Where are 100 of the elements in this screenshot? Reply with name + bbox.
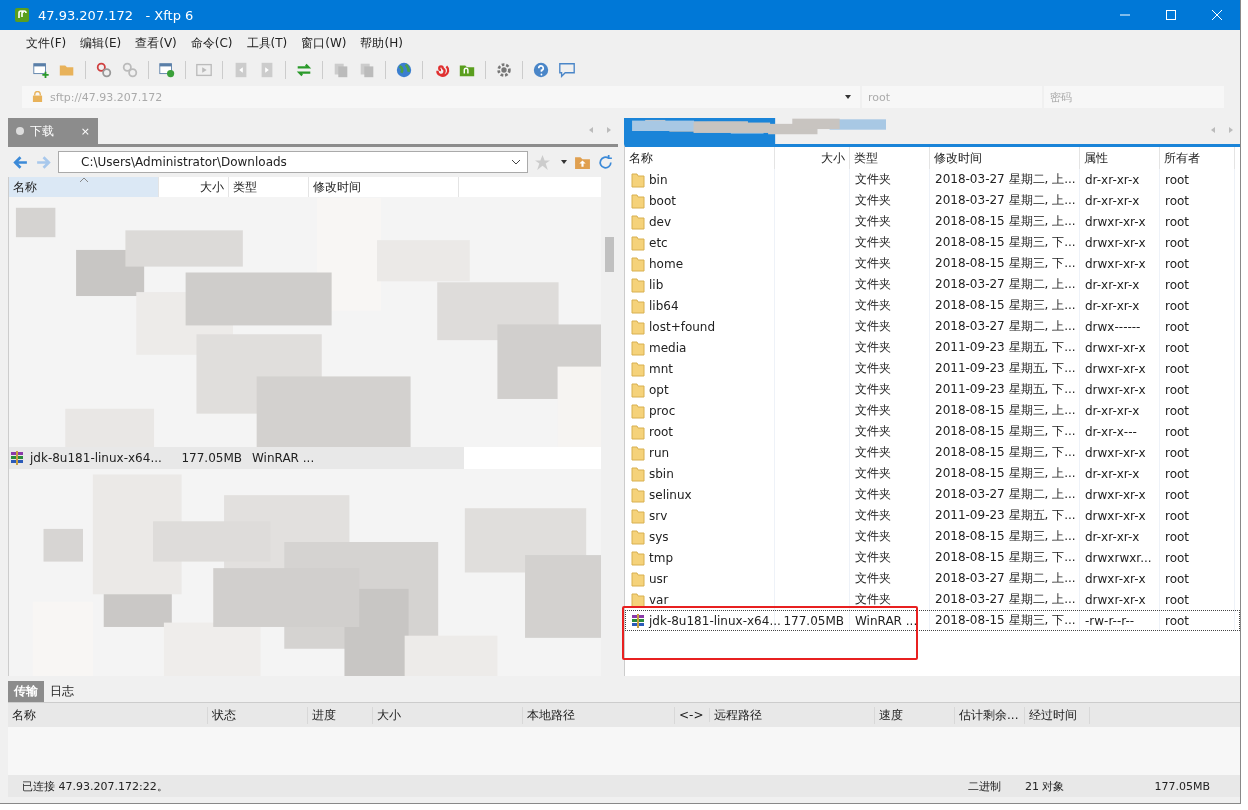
- dropdown-icon[interactable]: [560, 158, 568, 166]
- back-icon[interactable]: [12, 153, 29, 171]
- column-header[interactable]: 状态: [208, 706, 308, 724]
- file-type: 文件夹: [855, 297, 891, 314]
- chat-icon[interactable]: [556, 61, 578, 79]
- file-row[interactable]: lib 文件夹 2018-03-27 星期二, 上... dr-xr-xr-x root: [625, 274, 1240, 295]
- permissions: dr-xr-x---: [1085, 424, 1137, 439]
- file-type: 文件夹: [855, 402, 891, 419]
- file-row[interactable]: selinux 文件夹 2018-03-27 星期二, 上... drwxr-xr-x root: [625, 484, 1240, 505]
- column-header[interactable]: 名称: [625, 147, 775, 169]
- column-header[interactable]: 所有者: [1160, 147, 1235, 169]
- scroll-left-icon[interactable]: [1209, 126, 1217, 134]
- column-header[interactable]: 远程路径: [710, 706, 875, 724]
- column-header[interactable]: 经过时间: [1025, 706, 1090, 724]
- column-header[interactable]: 大小: [775, 147, 850, 169]
- folder-icon: [630, 192, 646, 209]
- app-icon: [14, 7, 30, 23]
- file-row[interactable]: bin 文件夹 2018-03-27 星期二, 上... dr-xr-xr-x root: [625, 169, 1240, 190]
- window-title: 47.93.207.172 - Xftp 6: [38, 7, 194, 23]
- menu-item[interactable]: 工具(T): [246, 34, 288, 52]
- file-type: 文件夹: [855, 465, 891, 482]
- column-header[interactable]: 进度: [308, 706, 373, 724]
- file-row[interactable]: root 文件夹 2018-08-15 星期三, 下... dr-xr-x--- root: [625, 421, 1240, 442]
- file-type: 文件夹: [855, 339, 891, 356]
- column-header[interactable]: 速度: [875, 706, 955, 724]
- folder-icon: [630, 381, 646, 398]
- file-type: 文件夹: [855, 549, 891, 566]
- permissions: drwxrwxr...: [1085, 550, 1152, 565]
- column-header[interactable]: 大小: [373, 706, 523, 724]
- file-row[interactable]: home 文件夹 2018-08-15 星期三, 下... drwxr-xr-x root: [625, 253, 1240, 274]
- column-header[interactable]: 修改时间: [930, 147, 1080, 169]
- menu-item[interactable]: 帮助(H): [360, 34, 403, 52]
- menu-item[interactable]: 命令(C): [190, 34, 233, 52]
- file-row[interactable]: sys 文件夹 2018-08-15 星期三, 上... dr-xr-xr-x root: [625, 526, 1240, 547]
- folder-icon: [630, 486, 646, 503]
- file-row[interactable]: proc 文件夹 2018-08-15 星期三, 上... dr-xr-xr-x root: [625, 400, 1240, 421]
- refresh-icon[interactable]: [597, 153, 614, 171]
- star-icon[interactable]: [534, 153, 551, 171]
- file-name: jdk-8u181-linux-x64...: [649, 613, 781, 628]
- menu-item[interactable]: 窗口(W): [301, 34, 347, 52]
- dropdown-icon[interactable]: [844, 93, 852, 101]
- owner: root: [1165, 277, 1190, 292]
- panel-tab[interactable]: 日志: [44, 681, 80, 702]
- total-size: 177.05MB: [1154, 779, 1210, 793]
- file-row[interactable]: srv 文件夹 2011-09-23 星期五, 下... drwxr-xr-x root: [625, 505, 1240, 526]
- path-field[interactable]: C:\Users\Administrator\Downloads: [58, 151, 528, 173]
- folder-icon: [630, 297, 646, 314]
- owner: root: [1165, 508, 1190, 523]
- forward-icon[interactable]: [35, 153, 52, 171]
- menu-item[interactable]: 查看(V): [135, 34, 177, 52]
- play-icon[interactable]: [193, 61, 215, 79]
- folder-icon: [630, 213, 646, 230]
- modified-time: 2018-08-15 星期三, 上...: [935, 402, 1076, 419]
- folder-icon: [630, 402, 646, 419]
- file-row[interactable]: opt 文件夹 2011-09-23 星期五, 下... drwxr-xr-x root: [625, 379, 1240, 400]
- folder-icon: [630, 318, 646, 335]
- file-row[interactable]: sbin 文件夹 2018-08-15 星期三, 上... dr-xr-xr-x root: [625, 463, 1240, 484]
- new-icon[interactable]: [30, 61, 52, 79]
- file-row[interactable]: lost+found 文件夹 2018-03-27 星期二, 上... drwx------ root: [625, 316, 1240, 337]
- file-name: etc: [649, 235, 668, 250]
- file-row[interactable]: dev 文件夹 2018-08-15 星期三, 上... drwxr-xr-x root: [625, 211, 1240, 232]
- chevron-icon[interactable]: [511, 159, 521, 165]
- file-name: sys: [649, 529, 669, 544]
- column-header[interactable]: 估计剩余...: [955, 706, 1025, 724]
- column-header[interactable]: <->: [675, 708, 710, 722]
- file-name: proc: [649, 403, 676, 418]
- scroll-right-icon[interactable]: [1227, 126, 1235, 134]
- menu-item[interactable]: 编辑(E): [80, 34, 122, 52]
- file-name: tmp: [649, 550, 673, 565]
- file-row[interactable]: mnt 文件夹 2011-09-23 星期五, 下... drwxr-xr-x root: [625, 358, 1240, 379]
- file-row[interactable]: jdk-8u181-linux-x64... 177.05MB WinRAR ... 2018-08-15 星期三, 下... -rw-r--r-- root: [625, 610, 1240, 631]
- file-type: 文件夹: [855, 360, 891, 377]
- file-row[interactable]: run 文件夹 2018-08-15 星期三, 下... drwxr-xr-x root: [625, 442, 1240, 463]
- modified-time: 2018-03-27 星期二, 上...: [935, 486, 1076, 503]
- file-name: var: [649, 592, 669, 607]
- column-header[interactable]: 名称: [9, 177, 159, 197]
- owner: root: [1165, 298, 1190, 313]
- column-header[interactable]: 类型: [850, 147, 930, 169]
- file-size: 177.05MB: [783, 613, 844, 628]
- file-row[interactable]: media 文件夹 2011-09-23 星期五, 下... drwxr-xr-x root: [625, 337, 1240, 358]
- permissions: dr-xr-xr-x: [1085, 277, 1140, 292]
- column-header[interactable]: 属性: [1080, 147, 1160, 169]
- scroll-right-icon[interactable]: [605, 126, 613, 134]
- address-field[interactable]: sftp://47.93.207.172: [22, 86, 860, 108]
- file-row[interactable]: lib64 文件夹 2018-08-15 星期三, 上... dr-xr-xr-x root: [625, 295, 1240, 316]
- modified-time: 2018-08-15 星期三, 下...: [935, 549, 1076, 566]
- file-row[interactable]: tmp 文件夹 2018-08-15 星期三, 下... drwxrwxr... root: [625, 547, 1240, 568]
- column-header[interactable]: 本地路径: [523, 706, 675, 724]
- scroll-left-icon[interactable]: [587, 126, 595, 134]
- menu-item[interactable]: 文件(F): [26, 34, 67, 52]
- file-row[interactable]: boot 文件夹 2018-03-27 星期二, 上... dr-xr-xr-x root: [625, 190, 1240, 211]
- file-name: lib64: [649, 298, 679, 313]
- file-type: 文件夹: [855, 381, 891, 398]
- permissions: drwx------: [1085, 319, 1141, 334]
- username-field[interactable]: root: [862, 86, 1042, 108]
- password-field[interactable]: 密码: [1044, 86, 1224, 108]
- column-header[interactable]: 名称: [8, 706, 208, 724]
- file-row[interactable]: var 文件夹 2018-03-27 星期二, 上... drwxr-xr-x root: [625, 589, 1240, 610]
- file-row[interactable]: etc 文件夹 2018-08-15 星期三, 下... drwxr-xr-x root: [625, 232, 1240, 253]
- file-row[interactable]: usr 文件夹 2018-03-27 星期二, 上... drwxr-xr-x root: [625, 568, 1240, 589]
